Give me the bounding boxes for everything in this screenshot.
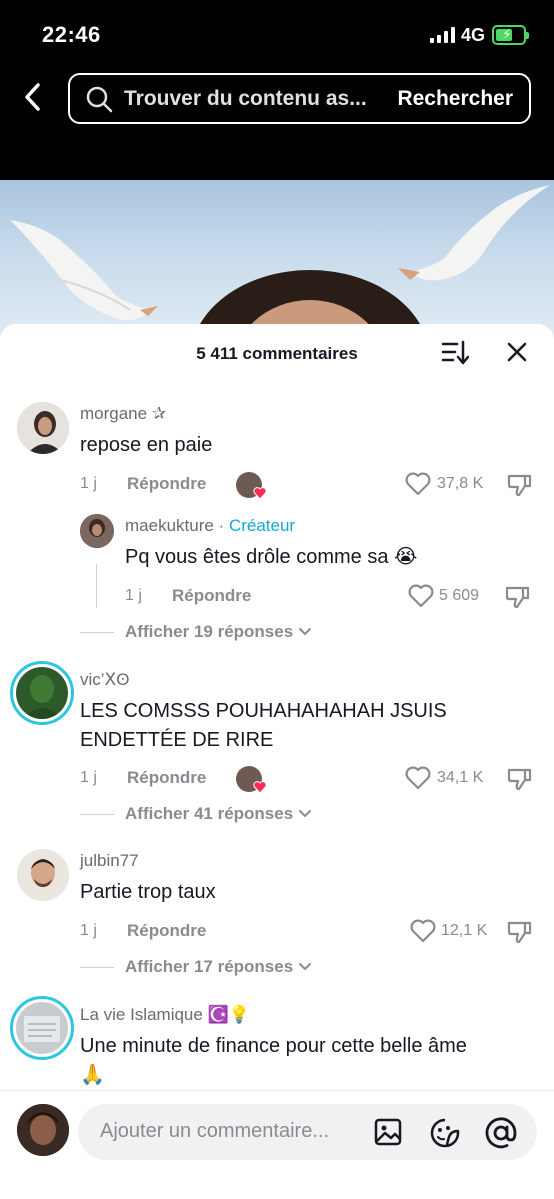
at-icon[interactable]: [485, 1117, 517, 1149]
divider: [80, 814, 114, 815]
heart-outline-icon[interactable]: [410, 919, 436, 943]
dove-image: [398, 185, 550, 281]
avatar-image: [17, 849, 69, 901]
heart-outline-icon[interactable]: [408, 584, 434, 608]
reply-avatar[interactable]: [80, 514, 114, 548]
separator-dot: ·: [213, 516, 229, 535]
search-submit-button[interactable]: Rechercher: [397, 87, 513, 111]
avatar[interactable]: [17, 849, 69, 901]
like-count: 37,8 K: [437, 475, 484, 492]
avatar-with-story-ring[interactable]: [10, 661, 74, 725]
reply-username[interactable]: maekukture: [125, 516, 214, 535]
comment-time: 1 j: [80, 769, 97, 786]
like-count: 5 609: [439, 587, 480, 604]
comment-text-line-1: Une minute de finance pour cette belle â…: [80, 1035, 467, 1057]
dove-image: [10, 220, 158, 321]
sort-icon[interactable]: [441, 340, 469, 366]
comment-text: Partie trop taux: [80, 881, 216, 903]
status-time: 22:46: [42, 22, 101, 47]
search-bar[interactable]: Trouver du contenu as... Rechercher: [68, 73, 531, 124]
reply-text: Pq vous êtes drôle comme sa 😭: [125, 546, 418, 568]
comment-count: 5 411 commentaires: [196, 344, 358, 363]
charging-bolt-icon: ⚡: [502, 26, 512, 42]
reply-button[interactable]: Répondre: [127, 768, 206, 788]
comment-username[interactable]: morgane ✰: [80, 404, 166, 424]
creator-liked-badge: [236, 766, 267, 794]
search-icon: [86, 86, 113, 113]
comment-username[interactable]: La vie Islamique ☪️💡: [80, 1005, 250, 1025]
close-icon[interactable]: [506, 341, 528, 363]
comment-input-placeholder: Ajouter un commentaire...: [100, 1120, 329, 1142]
thumbs-down-icon[interactable]: [507, 919, 533, 945]
chevron-down-icon: [298, 810, 311, 818]
chevron-down-icon: [298, 628, 311, 636]
status-bar: 22:46 4G ⚡: [0, 0, 554, 70]
battery-icon: ⚡: [492, 25, 529, 45]
creator-label: Créateur: [228, 516, 296, 535]
heart-outline-icon[interactable]: [405, 472, 431, 496]
heart-badge-icon: [253, 781, 267, 794]
reply-time: 1 j: [125, 587, 142, 604]
avatar[interactable]: [17, 402, 69, 454]
avatar-image: [17, 402, 69, 454]
reply-button[interactable]: Répondre: [172, 586, 251, 606]
thumbs-down-icon[interactable]: [507, 472, 533, 498]
chevron-down-icon: [298, 963, 311, 971]
sticker-icon[interactable]: [429, 1117, 461, 1149]
thumbs-down-icon[interactable]: [505, 584, 531, 610]
comment-text-line-1: LES COMSSS POUHAHAHAHAH JSUIS: [80, 700, 447, 722]
like-count: 34,1 K: [437, 769, 484, 786]
current-user-avatar[interactable]: [17, 1104, 69, 1156]
comments-header: 5 411 commentaires: [0, 324, 554, 382]
comments-sheet: 5 411 commentaires morgane ✰ repose en p…: [0, 324, 554, 1199]
avatar-image: [80, 514, 114, 548]
comment-input[interactable]: Ajouter un commentaire...: [78, 1104, 537, 1160]
comment-username[interactable]: julbin77: [80, 851, 139, 871]
reply-username-line: maekukture · Créateur: [125, 516, 295, 536]
divider: [80, 632, 114, 633]
avatar-image: [16, 1002, 68, 1054]
back-button[interactable]: [16, 80, 50, 114]
reply-button[interactable]: Répondre: [127, 921, 206, 941]
image-icon[interactable]: [373, 1117, 403, 1147]
avatar-with-story-ring[interactable]: [10, 996, 74, 1060]
comment-time: 1 j: [80, 475, 97, 492]
comment-username[interactable]: vic’𝖷ʘ: [80, 670, 129, 690]
view-replies-button[interactable]: Afficher 19 réponses: [125, 622, 312, 642]
search-header: Trouver du contenu as... Rechercher: [0, 70, 554, 180]
comment-time: 1 j: [80, 922, 97, 939]
comment-text: repose en paie: [80, 434, 213, 456]
signal-strength-icon: [430, 27, 456, 43]
reply-button[interactable]: Répondre: [127, 474, 206, 494]
search-input[interactable]: Trouver du contenu as...: [124, 87, 374, 111]
avatar-image: [16, 667, 68, 719]
like-count: 12,1 K: [441, 922, 488, 939]
avatar-image: [17, 1104, 69, 1156]
heart-badge-icon: [253, 487, 267, 500]
creator-liked-badge: [236, 472, 267, 500]
thread-line: [96, 564, 97, 608]
comment-text-line-2: ENDETTÉE DE RIRE: [80, 729, 274, 751]
view-replies-button[interactable]: Afficher 17 réponses: [125, 957, 312, 977]
network-type: 4G: [461, 25, 486, 45]
view-replies-label: Afficher 19 réponses: [125, 622, 294, 641]
view-replies-label: Afficher 17 réponses: [125, 957, 294, 976]
view-replies-label: Afficher 41 réponses: [125, 804, 294, 823]
comment-text-line-2: 🙏: [80, 1064, 105, 1086]
view-replies-button[interactable]: Afficher 41 réponses: [125, 804, 312, 824]
chevron-left-icon: [25, 83, 40, 111]
thumbs-down-icon[interactable]: [507, 766, 533, 792]
divider: [80, 967, 114, 968]
comment-input-bar: Ajouter un commentaire...: [0, 1090, 554, 1199]
heart-outline-icon[interactable]: [405, 766, 431, 790]
